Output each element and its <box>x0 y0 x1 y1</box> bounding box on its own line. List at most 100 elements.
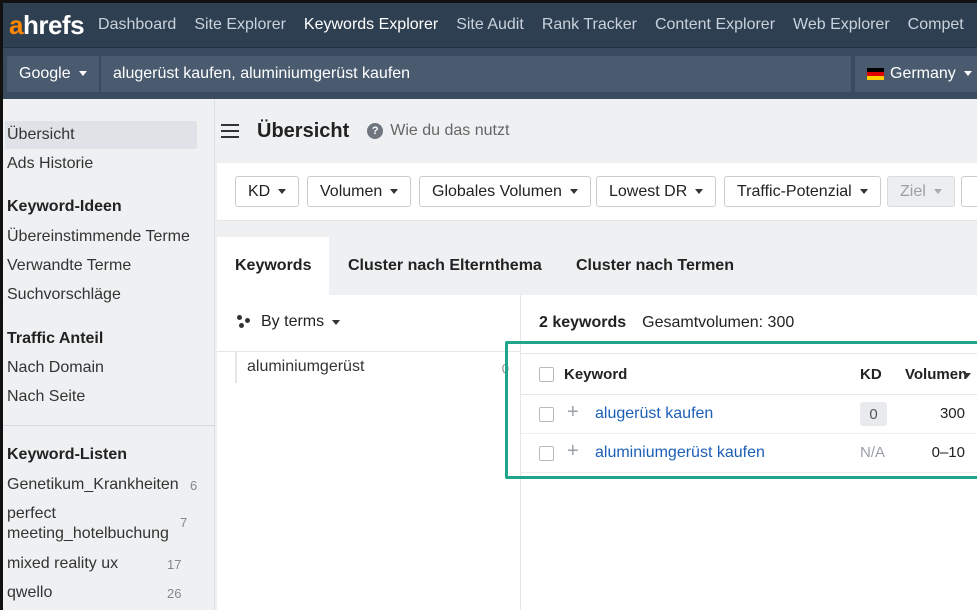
filter-traffic-potential[interactable]: Traffic-Potenzial <box>724 176 881 207</box>
keyword-list-item-line2[interactable]: meeting_hotelbuchung <box>7 525 169 543</box>
chevron-down-icon <box>963 71 972 76</box>
kd-value: N/A <box>860 444 886 461</box>
table-row: + alugerüst kaufen 0 300 <box>521 395 977 434</box>
sidebar-heading-keyword-ideas: Keyword-Ideen <box>7 198 122 215</box>
top-navigation: a hrefs Dashboard Site Explorer Keywords … <box>3 3 977 47</box>
column-header-kd[interactable]: KD <box>860 366 882 383</box>
cluster-icon <box>237 315 251 329</box>
keyword-link[interactable]: aluminiumgerüst kaufen <box>595 444 765 462</box>
help-link[interactable]: Wie du das nutzt <box>390 122 509 140</box>
keyword-link[interactable]: alugerüst kaufen <box>595 405 713 423</box>
term-count: 0 <box>501 361 509 376</box>
filter-volume-label: Volumen <box>320 182 383 200</box>
keyword-query-input[interactable]: alugerüst kaufen, aluminiumgerüst kaufen <box>101 55 851 92</box>
kd-badge: 0 <box>860 402 887 426</box>
filter-kd[interactable]: KD <box>235 176 300 207</box>
chevron-down-icon <box>390 189 399 194</box>
nav-dashboard[interactable]: Dashboard <box>98 16 176 34</box>
chevron-down-icon <box>278 189 287 194</box>
chevron-down-icon <box>78 71 87 76</box>
nav-keywords-explorer[interactable]: Keywords Explorer <box>304 16 438 34</box>
keywords-pane: 2 keywords Gesamtvolumen: 300 Keyword KD … <box>521 295 977 610</box>
sidebar-item-matching-terms[interactable]: Übereinstimmende Terme <box>7 228 190 246</box>
sidebar-heading-keyword-lists: Keyword-Listen <box>7 446 128 463</box>
table-header: Keyword KD Volumen <box>521 353 977 395</box>
page-title: Übersicht <box>257 119 350 142</box>
column-header-keyword[interactable]: Keyword <box>564 366 627 383</box>
keyword-list-item[interactable]: mixed reality ux <box>7 555 118 573</box>
country-label: Germany <box>890 64 956 82</box>
sidebar-divider <box>3 425 215 426</box>
menu-icon[interactable] <box>221 124 239 138</box>
nav-rank-tracker[interactable]: Rank Tracker <box>542 16 637 34</box>
add-to-list-icon[interactable]: + <box>567 402 579 422</box>
main-content: Übersicht ? Wie du das nutzt KD Volumen … <box>215 99 977 610</box>
results-panel: By terms aluminiumgerüst 0 2 keywords Ges… <box>217 295 977 610</box>
logo-text: hrefs <box>22 9 85 40</box>
filter-volume[interactable]: Volumen <box>307 176 412 207</box>
nav-web-explorer[interactable]: Web Explorer <box>793 16 890 34</box>
sidebar: Übersicht Ads Historie Keyword-Ideen Übe… <box>3 99 215 610</box>
nav-content-explorer[interactable]: Content Explorer <box>655 16 775 34</box>
ahrefs-logo[interactable]: a hrefs <box>9 9 85 41</box>
chevron-down-icon <box>859 189 868 194</box>
total-volume: Gesamtvolumen: 300 <box>642 314 795 331</box>
filter-lowest-dr[interactable]: Lowest DR <box>596 176 717 207</box>
filter-traffic-potential-label: Traffic-Potenzial <box>737 182 852 200</box>
keyword-list-item[interactable]: perfect <box>7 505 56 523</box>
select-all-checkbox[interactable] <box>539 367 554 382</box>
tab-cluster-terms[interactable]: Cluster nach Termen <box>576 237 734 295</box>
nav-site-audit[interactable]: Site Audit <box>456 16 524 34</box>
keyword-list-item[interactable]: qwello <box>7 584 52 602</box>
sidebar-item-overview[interactable]: Übersicht <box>7 126 75 144</box>
volume-value: 0–10 <box>931 444 965 461</box>
filter-intent[interactable]: Ziel <box>887 176 955 207</box>
results-summary: 2 keywords Gesamtvolumen: 300 <box>539 314 794 332</box>
filter-intent-label: Ziel <box>900 182 926 200</box>
filter-lowest-dr-label: Lowest DR <box>609 182 688 200</box>
filter-kd-label: KD <box>248 182 271 200</box>
filter-more[interactable] <box>961 176 977 207</box>
sidebar-item-related-terms[interactable]: Verwandte Terme <box>7 257 131 275</box>
sidebar-item-ads-history[interactable]: Ads Historie <box>7 155 93 173</box>
search-bar: Google alugerüst kaufen, aluminiumgerüst… <box>3 47 977 99</box>
chevron-down-icon <box>332 319 341 325</box>
sidebar-item-by-domain[interactable]: Nach Domain <box>7 359 104 377</box>
help-icon[interactable]: ? <box>367 123 384 139</box>
row-checkbox[interactable] <box>539 446 554 461</box>
volume-value: 300 <box>939 405 965 422</box>
tab-cluster-parent-topic[interactable]: Cluster nach Elternthema <box>348 237 542 295</box>
keyword-count: 2 keywords <box>539 314 627 331</box>
table-row: + aluminiumgerüst kaufen N/A 0–10 <box>521 434 977 473</box>
group-by-select[interactable]: By terms <box>237 313 341 331</box>
keyword-list-item[interactable]: Genetikum_Krankheiten <box>7 476 179 494</box>
nav-site-explorer[interactable]: Site Explorer <box>194 16 286 34</box>
keyword-list-count: 26 <box>167 586 182 601</box>
tab-keywords[interactable]: Keywords <box>217 237 329 295</box>
title-row: Übersicht ? Wie du das nutzt <box>215 99 977 163</box>
terms-pane: By terms aluminiumgerüst 0 <box>217 295 521 610</box>
keyword-list-count: 6 <box>190 478 198 493</box>
chevron-down-icon <box>569 189 578 194</box>
germany-flag-icon <box>867 67 884 80</box>
result-tabs: Keywords Cluster nach Elternthema Cluste… <box>217 237 977 295</box>
nav-competitive-analysis[interactable]: Compet <box>908 16 964 34</box>
term-row[interactable]: aluminiumgerüst 0 <box>235 351 521 383</box>
row-checkbox[interactable] <box>539 407 554 422</box>
country-select[interactable]: Germany <box>855 55 977 92</box>
filter-global-volume-label: Globales Volumen <box>432 182 562 200</box>
add-to-list-icon[interactable]: + <box>567 441 579 461</box>
term-label: aluminiumgerüst <box>247 358 365 375</box>
sort-desc-icon[interactable] <box>963 373 971 378</box>
keyword-list-count: 7 <box>180 515 188 530</box>
search-engine-select[interactable]: Google <box>7 55 99 92</box>
column-header-volume[interactable]: Volumen <box>905 366 967 383</box>
chevron-down-icon <box>933 189 942 194</box>
group-by-label: By terms <box>261 313 325 330</box>
chevron-down-icon <box>695 189 704 194</box>
filter-global-volume[interactable]: Globales Volumen <box>419 176 591 207</box>
sidebar-heading-traffic-share: Traffic Anteil <box>7 330 104 347</box>
logo-a: a <box>9 9 23 40</box>
sidebar-item-search-suggestions[interactable]: Suchvorschläge <box>7 286 121 304</box>
sidebar-item-by-page[interactable]: Nach Seite <box>7 388 85 406</box>
